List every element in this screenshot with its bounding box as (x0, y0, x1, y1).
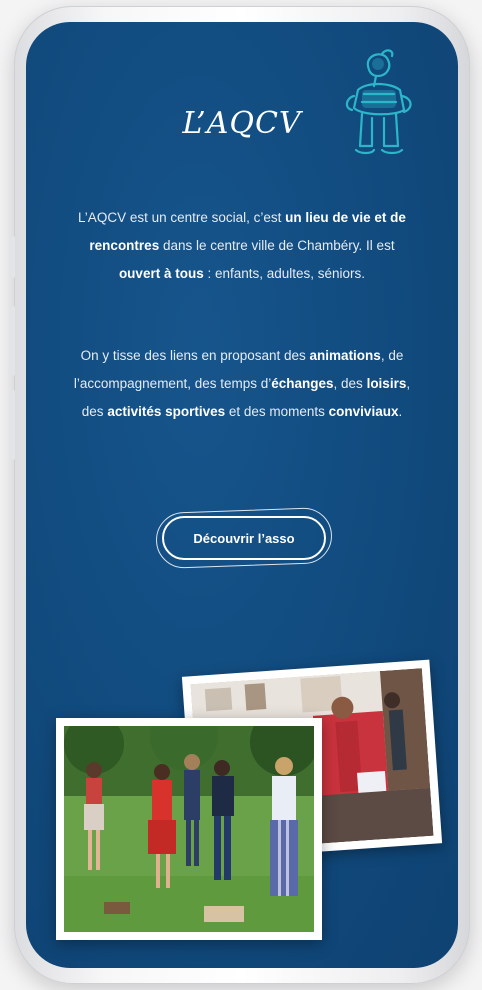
body-text: : enfants, adultes, séniors. (203, 265, 366, 281)
body-text: et des moments (225, 403, 329, 419)
body-text: , des (333, 375, 367, 391)
emphasis-text: loisirs (366, 375, 407, 391)
emphasis-text: échanges (271, 375, 334, 391)
body-text: . (398, 403, 403, 419)
body-text: On y tisse des liens en proposant des (80, 347, 310, 363)
brand-logo: L’AQCV (182, 106, 302, 141)
body-text: L’AQCV est un centre social, c’est (78, 209, 286, 225)
intro-paragraph-2: On y tisse des liens en proposant des an… (70, 342, 414, 426)
phone-volume-up-button (10, 306, 15, 376)
phone-frame: L’AQCV L’AQCV est un centre social, c’es… (10, 6, 470, 984)
photo-group-outdoors (56, 718, 322, 940)
discover-association-button[interactable]: Découvrir l’asso (162, 516, 326, 560)
discover-association-label: Découvrir l’asso (193, 530, 295, 546)
body-text: dans le centre ville de Chambéry. Il est (159, 237, 395, 253)
emphasis-text: conviviaux (328, 403, 399, 419)
phone-side-button (10, 236, 15, 278)
photo-group-outdoors-image (64, 726, 314, 932)
phone-volume-down-button (10, 390, 15, 460)
emphasis-text: activités sportives (107, 403, 226, 419)
emphasis-text: ouvert à tous (118, 265, 204, 281)
screen: L’AQCV L’AQCV est un centre social, c’es… (26, 22, 458, 968)
intro-paragraph-1: L’AQCV est un centre social, c’est un li… (70, 204, 414, 288)
emphasis-text: animations (309, 347, 381, 363)
